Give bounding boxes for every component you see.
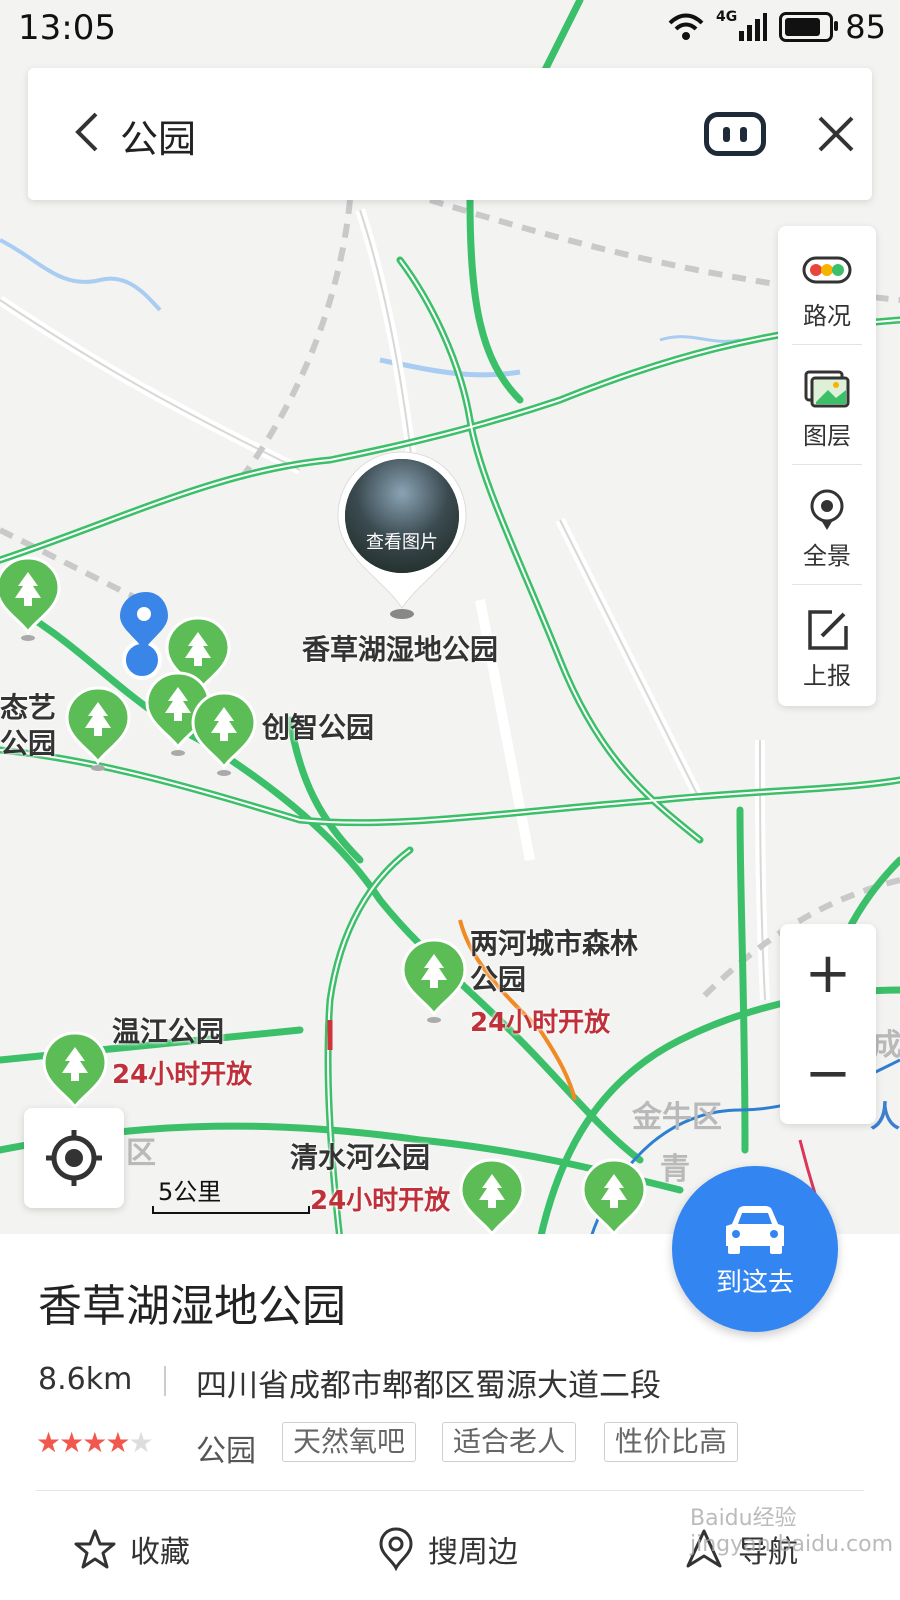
place-distance: 8.6km [38,1362,133,1397]
locate-button[interactable] [24,1108,124,1208]
layers-label: 图层 [803,422,851,450]
map-toolbar: 路况 图层 全景 上报 [778,226,876,706]
open-hours-label: 24小时开放 [470,1008,611,1038]
favorite-label: 收藏 [130,1535,190,1570]
zoom-out-button[interactable]: − [780,1024,876,1124]
back-arrow-icon[interactable] [58,102,118,162]
place-tag: 天然氧吧 [282,1422,417,1462]
scale-label: 5公里 [158,1178,222,1206]
my-location-pin [120,592,168,680]
car-icon [726,1206,784,1254]
poi-marker[interactable] [581,1158,647,1240]
place-label: 温江公园 [112,1015,225,1048]
poi-marker[interactable] [65,686,131,773]
district-label: 成 [872,1028,900,1063]
divider [792,344,862,345]
close-icon[interactable] [808,106,864,162]
panorama-button[interactable]: 全景 [778,466,876,584]
place-label: 创智公园 [262,711,375,744]
selected-place-label: 香草湖湿地公园 [301,633,498,666]
go-here-button[interactable]: 到这去 [672,1166,838,1332]
divider [792,584,862,585]
signal-icon [739,13,768,41]
place-label: 公园 [470,963,527,996]
search-query[interactable]: 公园 [120,108,196,163]
status-bar: 13:05 4G 85 [0,0,900,60]
place-tag: 性价比高 [604,1422,739,1462]
poi-marker[interactable] [42,1031,108,1118]
layers-button[interactable]: 图层 [778,346,876,464]
zoom-in-button[interactable]: + [780,924,876,1024]
traffic-button[interactable]: 路况 [778,226,876,344]
panorama-label: 全景 [803,542,851,570]
star-icon: ★ [82,1426,107,1459]
battery-icon [779,12,839,42]
layers-icon [804,370,850,408]
traffic-icon [802,256,852,284]
place-address: 四川省成都市郫都区蜀源大道二段 [196,1368,661,1404]
place-label: 态艺 [0,691,57,724]
district-label: 青 [660,1152,690,1187]
district-label: 金牛区 [632,1100,722,1135]
view-photo-label: 查看图片 [366,532,438,553]
zoom-controls: + − [780,924,876,1124]
photo-pin[interactable]: 查看图片 [332,448,472,628]
star-icon: ★ [128,1426,153,1459]
place-label: 公园 [0,727,57,760]
go-here-label: 到这去 [715,1268,794,1298]
scale-bar [152,1206,310,1214]
open-hours-label: 24小时开放 [112,1060,253,1090]
divider [792,464,862,465]
place-label: 清水河公园 [290,1141,431,1174]
poi-marker[interactable] [191,691,257,778]
star-outline-icon [74,1529,116,1569]
traffic-label: 路况 [803,302,851,330]
edit-report-icon [808,610,848,650]
divider [36,1490,864,1491]
place-category: 公园 [196,1434,256,1469]
place-name: 香草湖湿地公园 [38,1281,346,1332]
district-label: 区 [126,1136,156,1171]
star-icon: ★ [36,1426,61,1459]
search-bar[interactable]: 公园 [28,68,872,200]
poi-marker[interactable] [0,556,61,643]
open-hours-label: 24小时开放 [310,1186,451,1216]
divider [164,1366,166,1396]
status-time: 13:05 [18,8,116,48]
star-icon: ★ [59,1426,84,1459]
network-type: 4G [716,9,738,25]
locate-icon [46,1130,102,1186]
location-pin-icon [379,1527,413,1572]
report-button[interactable]: 上报 [778,586,876,704]
star-icon: ★ [105,1426,130,1459]
nearby-label: 搜周边 [428,1535,518,1570]
status-indicators: 4G 85 [668,8,886,46]
panorama-icon [810,489,844,530]
battery-level: 85 [845,8,886,46]
nearby-button[interactable]: 搜周边 [378,1524,518,1574]
wifi-icon [668,13,704,40]
place-label: 两河城市森林 [470,927,639,960]
watermark: Baidu经验 jingyan.baidu.com [690,1506,894,1557]
favorite-button[interactable]: 收藏 [74,1524,190,1574]
poi-marker[interactable] [459,1158,525,1240]
report-label: 上报 [803,662,851,690]
place-tag: 适合老人 [442,1422,577,1462]
rating-stars: ★★★★★ [36,1426,154,1459]
poi-marker[interactable] [401,938,467,1025]
voice-assistant-icon[interactable] [704,112,766,156]
